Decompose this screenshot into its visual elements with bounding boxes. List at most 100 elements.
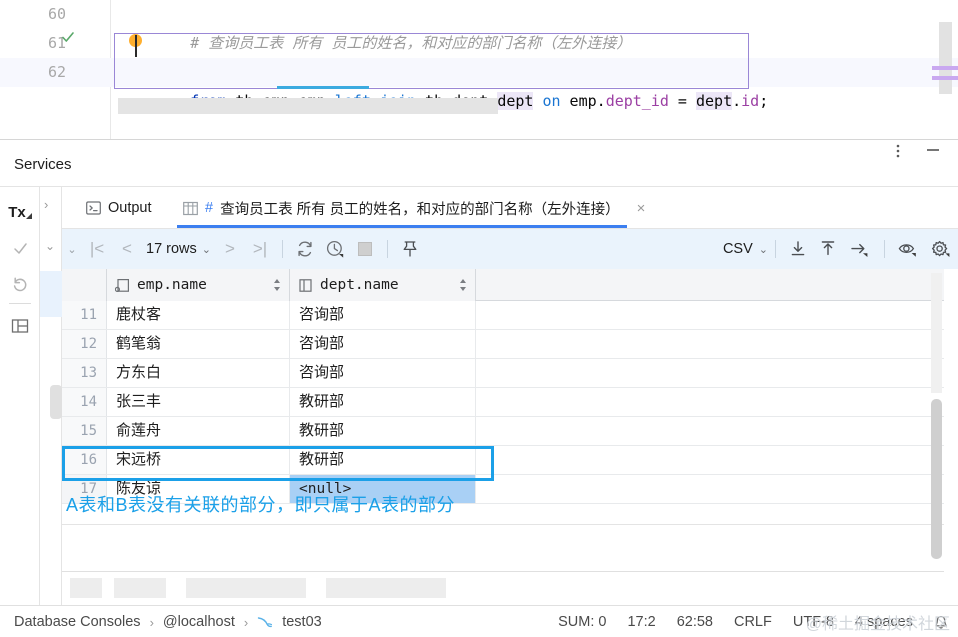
tab-output[interactable]: Output <box>80 187 158 229</box>
cell-emp-name[interactable]: 张三丰 <box>107 388 290 416</box>
clock-history-icon[interactable] <box>320 229 350 269</box>
table-row[interactable]: 15 俞莲舟 教研部 <box>62 417 944 446</box>
tab-query-result[interactable]: # 查询员工表 所有 员工的姓名，和对应的部门名称（左外连接） × <box>177 187 651 229</box>
breadcrumb-separator: › <box>149 614 154 630</box>
sql-operator: . <box>732 92 742 110</box>
export-format-dropdown[interactable]: CSV ⌄ <box>723 241 768 257</box>
close-icon[interactable]: × <box>637 200 646 217</box>
sql-editor[interactable]: 60 # 查询员工表 所有 员工的姓名，和对应的部门名称（左外连接） 61 se… <box>0 0 958 140</box>
last-page-button[interactable]: >| <box>245 229 275 269</box>
next-page-button[interactable]: > <box>215 229 245 269</box>
editor-scrollbar[interactable] <box>939 22 952 94</box>
cell-dept-name[interactable]: 教研部 <box>290 388 476 416</box>
status-line-separator[interactable]: CRLF <box>734 614 772 630</box>
status-sum[interactable]: SUM: 0 <box>558 614 606 630</box>
row-number: 16 <box>62 446 107 474</box>
status-encoding[interactable]: UTF-8 <box>793 614 834 630</box>
upload-icon[interactable] <box>813 229 843 269</box>
more-vertical-icon[interactable] <box>896 143 912 187</box>
editor-line-61[interactable]: 61 select emp.name, dept.name <box>0 29 958 81</box>
toolbar-divider <box>884 240 885 258</box>
rows-count-label: 17 rows <box>146 241 197 257</box>
result-tabs: Output # 查询员工表 所有 员工的姓名，和对应的部门名称（左外连接） × <box>62 187 958 229</box>
eye-icon[interactable] <box>892 229 924 269</box>
grid-scrollbar-thumb[interactable] <box>931 399 942 559</box>
cell-emp-name[interactable]: 鹿杖客 <box>107 301 290 329</box>
rollback-icon[interactable] <box>0 267 40 301</box>
refresh-icon[interactable] <box>290 229 320 269</box>
toolbar-divider <box>282 240 283 258</box>
cell-emp-name[interactable]: 宋远桥 <box>107 446 290 474</box>
tx-icon[interactable]: Tx <box>0 195 40 229</box>
chevron-down-icon: ⌄ <box>201 243 211 256</box>
cell-emp-name[interactable]: 方东白 <box>107 359 290 387</box>
grid-divider <box>62 524 944 525</box>
status-selection[interactable]: 62:58 <box>677 614 713 630</box>
result-grid[interactable]: emp.name dept.name 11 鹿杖客 咨询部 12 鹤笔翁 咨询部… <box>62 269 944 605</box>
cell-dept-name[interactable]: 咨询部 <box>290 301 476 329</box>
table-row[interactable]: 14 张三丰 教研部 <box>62 388 944 417</box>
panel-drag-handle[interactable] <box>50 385 62 419</box>
grid-scrollbar-track[interactable] <box>931 273 942 393</box>
console-icon <box>86 201 101 215</box>
minimize-icon[interactable] <box>926 143 946 187</box>
breadcrumb-schema[interactable]: test03 <box>282 614 322 630</box>
editor-line-60[interactable]: 60 # 查询员工表 所有 员工的姓名，和对应的部门名称（左外连接） <box>0 0 958 52</box>
grid-header-row: emp.name dept.name <box>62 269 944 301</box>
table-row[interactable]: 16 宋远桥 教研部 <box>62 446 944 475</box>
editor-panel-divider[interactable] <box>0 139 958 140</box>
cell-dept-name[interactable]: 教研部 <box>290 446 476 474</box>
gear-icon[interactable] <box>924 229 958 269</box>
breadcrumb-host[interactable]: @localhost <box>163 614 235 630</box>
stop-icon[interactable] <box>350 229 380 269</box>
cell-emp-name[interactable]: 俞莲舟 <box>107 417 290 445</box>
table-row[interactable]: 11 鹿杖客 咨询部 <box>62 301 944 330</box>
sort-icon[interactable] <box>459 278 467 292</box>
column-header-dept-name[interactable]: dept.name <box>290 269 476 301</box>
expand-highlight <box>40 271 62 317</box>
line-number: 62 <box>47 63 66 81</box>
table-row[interactable]: 13 方东白 咨询部 <box>62 359 944 388</box>
layout-panel-icon[interactable] <box>0 309 40 343</box>
idea-database-console-window: 60 # 查询员工表 所有 员工的姓名，和对应的部门名称（左外连接） 61 se… <box>0 0 958 637</box>
rows-count-dropdown[interactable]: 17 rows ⌄ <box>142 241 215 257</box>
row-number: 11 <box>62 301 107 329</box>
occurrence-marker <box>932 76 958 80</box>
jump-to-icon[interactable] <box>843 229 877 269</box>
editor-line-62[interactable]: 62 from tb_emp emp left join tb_dept dep… <box>0 58 958 110</box>
tab-query-result-label: 查询员工表 所有 员工的姓名，和对应的部门名称（左外连接） <box>220 201 620 218</box>
row-number: 13 <box>62 359 107 387</box>
line-number: 60 <box>47 5 66 23</box>
column-header-emp-name[interactable]: emp.name <box>107 269 290 301</box>
toolbar-divider <box>387 240 388 258</box>
sort-icon[interactable] <box>273 278 281 292</box>
services-title-bar: Services <box>0 143 958 187</box>
download-icon[interactable] <box>783 229 813 269</box>
status-caret-position[interactable]: 17:2 <box>627 614 655 630</box>
breadcrumb-database-consoles[interactable]: Database Consoles <box>14 614 141 630</box>
chevron-right-icon[interactable]: › <box>44 197 48 212</box>
sql-semicolon: ; <box>759 92 769 110</box>
cell-dept-name[interactable]: 教研部 <box>290 417 476 445</box>
first-page-button[interactable]: |< <box>82 229 112 269</box>
prev-page-button[interactable]: < <box>112 229 142 269</box>
row-number: 15 <box>62 417 107 445</box>
code-text: select emp.name, dept.name <box>118 29 425 81</box>
services-title: Services <box>14 156 72 173</box>
text-caret <box>135 35 137 57</box>
commit-check-icon[interactable] <box>0 231 40 265</box>
check-icon <box>60 29 110 58</box>
cell-dept-name[interactable]: 咨询部 <box>290 330 476 358</box>
cell-dept-name[interactable]: 咨询部 <box>290 359 476 387</box>
transaction-rail: Tx <box>0 187 40 605</box>
pin-icon[interactable] <box>395 229 425 269</box>
active-tab-indicator <box>177 225 627 228</box>
toolbar-collapse-chevron-icon[interactable]: ⌄ <box>62 229 82 269</box>
chevron-down-icon[interactable]: ⌄ <box>45 239 55 253</box>
table-row[interactable]: 12 鹤笔翁 咨询部 <box>62 330 944 359</box>
sql-alias-dept: dept <box>497 92 534 110</box>
cell-emp-name[interactable]: 鹤笔翁 <box>107 330 290 358</box>
status-indent[interactable]: 4 spaces <box>855 614 913 630</box>
status-bar-right: SUM: 0 17:2 62:58 CRLF UTF-8 4 spaces <box>558 606 948 637</box>
notifications-bell-icon[interactable] <box>934 615 948 630</box>
